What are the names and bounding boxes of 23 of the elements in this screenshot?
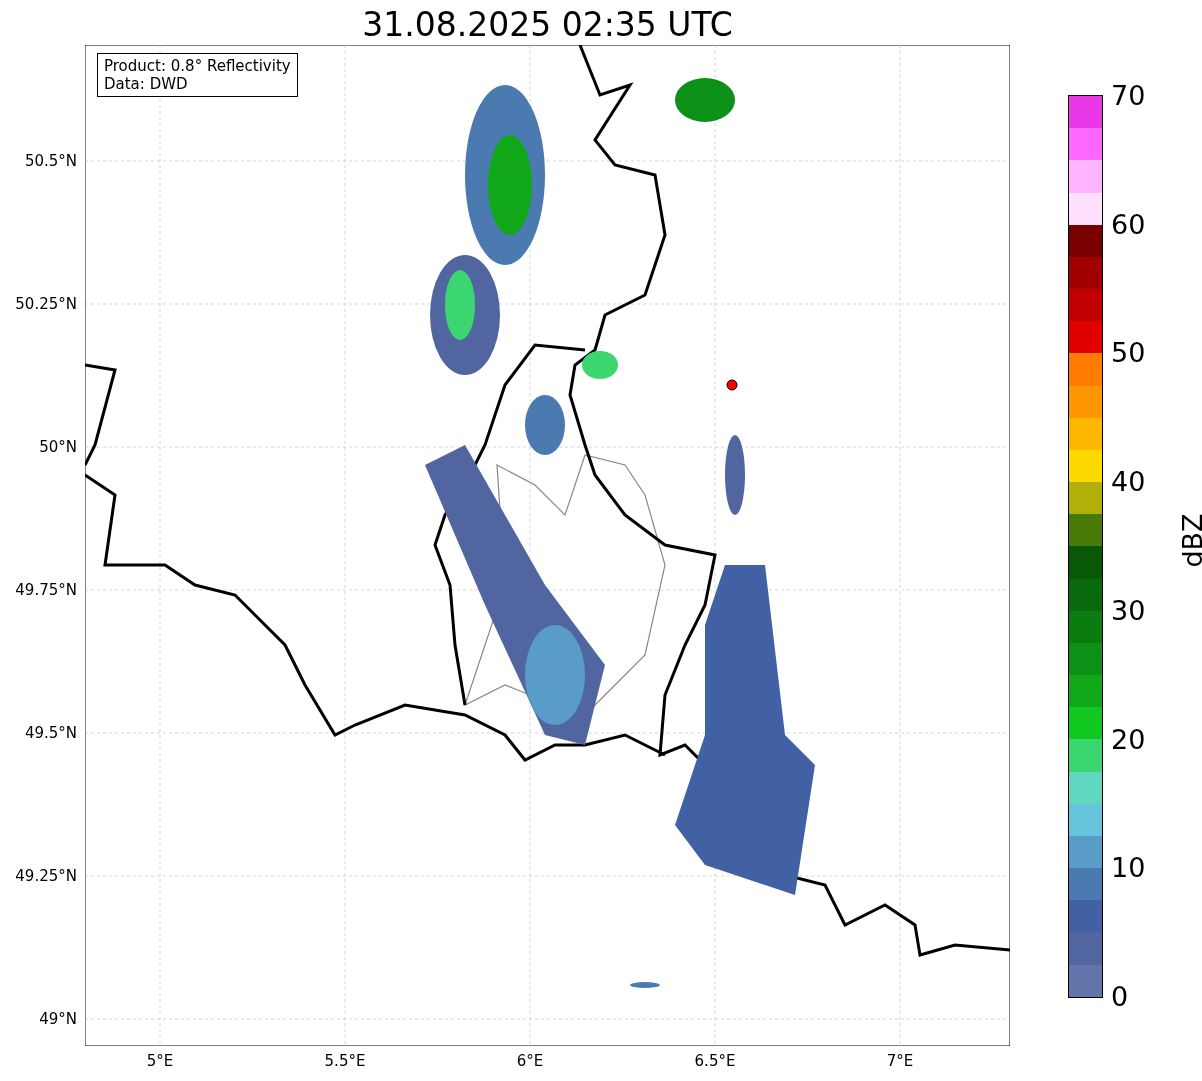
longitude-tick-label: 7°E [886,1052,914,1070]
scale-tick-label: 40 [1111,467,1146,495]
longitude-tick-label: 6°E [516,1052,544,1070]
scale-tick-label: 0 [1111,982,1129,1010]
latitude-tick-label: 49.5°N [24,724,77,742]
latitude-tick-label: 50°N [39,438,77,456]
scale-unit-label: dBZ [1176,513,1202,568]
scale-tick-label: 60 [1111,210,1146,238]
scale-tick-label: 20 [1111,725,1146,752]
scale-tick-label: 50 [1111,338,1146,366]
longitude-tick-label: 5.5°E [324,1052,366,1070]
latitude-tick-label: 49°N [39,1010,77,1028]
longitude-tick-label: 6.5°E [694,1052,736,1070]
scale-tick-label: 30 [1111,596,1146,624]
plot-title: 31.08.2025 02:35 UTC [362,8,733,45]
info-box: Product: 0.8° Reflectivity Data: DWD [97,53,298,97]
latitude-tick-label: 49.25°N [15,867,77,885]
scale-tick-label: 10 [1111,853,1146,881]
scale-tick-label: 70 [1111,81,1146,109]
latitude-tick-label: 50.25°N [15,295,77,313]
latitude-tick-label: 50.5°N [24,152,77,170]
latitude-tick-label: 49.75°N [15,581,77,599]
longitude-tick-label: 5°E [146,1052,174,1070]
